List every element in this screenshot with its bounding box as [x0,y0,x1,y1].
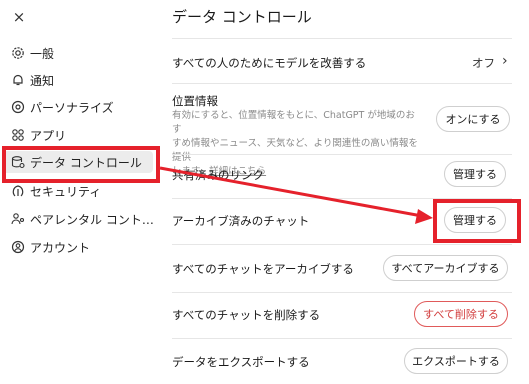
archive-all-button[interactable]: すべてアーカイブする [383,255,508,281]
enable-location-button[interactable]: オンにする [436,106,510,132]
sidebar-item-account[interactable]: アカウント [11,236,90,258]
divider [172,244,512,245]
close-icon[interactable]: × [9,7,29,27]
divider [172,292,512,293]
security-icon [11,184,25,198]
sidebar: × 一般 通知 パーソナライズ アプリ データ コントロール セキュリティ ペア… [0,0,160,384]
apps-icon [11,128,25,142]
database-icon [11,155,25,169]
location-label: 位置情報 [172,94,218,108]
sidebar-item-apps[interactable]: アプリ [11,124,66,146]
sidebar-item-label: パーソナライズ [30,100,114,115]
manage-shared-links-button[interactable]: 管理する [444,161,506,187]
sidebar-item-notifications[interactable]: 通知 [11,69,54,91]
sidebar-item-data-controls[interactable]: データ コントロール [3,151,153,173]
sidebar-item-security[interactable]: セキュリティ [11,180,101,202]
divider [172,83,512,84]
sidebar-item-label: アカウント [30,240,91,255]
export-button[interactable]: エクスポートする [404,348,508,374]
archive-all-label: すべてのチャットをアーカイブする [172,262,354,276]
parental-icon [11,212,25,226]
delete-all-button[interactable]: すべて削除する [414,301,508,327]
divider [172,38,512,39]
sidebar-item-label: ペアレンタル コント… [30,212,154,227]
divider [172,154,512,155]
export-label: データをエクスポートする [172,355,310,369]
manage-archived-chats-button[interactable]: 管理する [444,207,506,233]
location-desc-line: すめ情報やニュース、天気など、より関連性の高い情報を提供 [172,138,418,163]
archived-chats-label: アーカイブ済みのチャット [172,214,310,228]
improve-model-value[interactable]: オフ [472,55,495,71]
sidebar-item-label: アプリ [30,128,67,143]
chevron-right-icon[interactable]: › [502,53,508,69]
sidebar-item-parental-controls[interactable]: ペアレンタル コント… [11,208,154,230]
bell-icon [11,73,25,87]
divider [172,338,512,339]
sidebar-item-label: データ コントロール [30,155,142,170]
shared-links-label: 共有済みのリンク [172,168,264,182]
sidebar-item-label: セキュリティ [30,184,102,199]
improve-model-label: すべての人のためにモデルを改善する [172,56,367,70]
account-icon [11,240,25,254]
personalize-icon [11,100,25,114]
divider [172,198,512,199]
delete-all-label: すべてのチャットを削除する [172,308,321,322]
gear-icon [11,46,25,60]
sidebar-item-personalize[interactable]: パーソナライズ [11,96,114,118]
sidebar-item-label: 通知 [30,73,55,88]
sidebar-item-label: 一般 [30,46,55,61]
page-title: データ コントロール [172,8,312,26]
data-controls-panel: データ コントロール すべての人のためにモデルを改善する オフ › 位置情報 有… [172,0,522,384]
sidebar-item-general[interactable]: 一般 [11,42,54,64]
location-desc-line: 有効にすると、位置情報をもとに、ChatGPT が地域のおす [172,110,415,135]
